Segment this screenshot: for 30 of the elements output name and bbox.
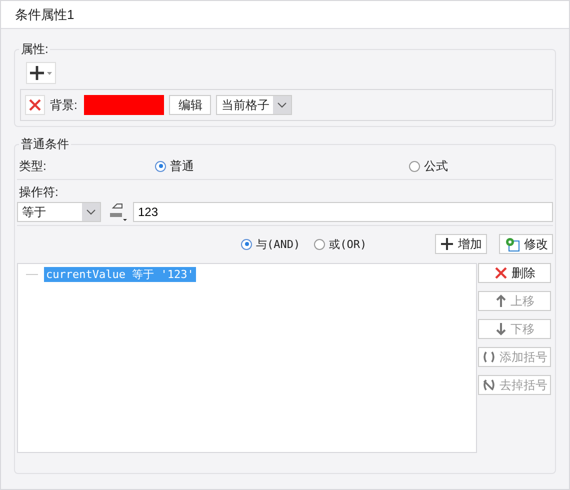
- arrow-down-icon: [494, 322, 506, 336]
- delete-button[interactable]: 删除: [478, 263, 551, 283]
- group-legend: 普通条件: [19, 136, 71, 152]
- edit-button[interactable]: 编辑: [169, 95, 212, 115]
- value-field[interactable]: 123: [133, 202, 553, 222]
- crossed-parentheses-icon: [482, 378, 496, 392]
- join-radio[interactable]: 与(AND): [241, 236, 300, 252]
- window-title: 条件属性1: [1, 1, 569, 29]
- property-label: 背景:: [50, 96, 78, 114]
- edit-icon: [504, 236, 520, 252]
- operator-dropdown[interactable]: 等于: [17, 202, 101, 222]
- chevron-down-icon: [86, 209, 96, 215]
- add-button[interactable]: 增加: [435, 234, 487, 254]
- type-radio[interactable]: 公式: [409, 158, 448, 174]
- plus-icon: [440, 237, 454, 251]
- add-property-button[interactable]: [26, 62, 56, 84]
- chevron-down-icon: [277, 102, 288, 108]
- arrow-up-icon: [494, 294, 506, 308]
- parentheses-icon: [482, 350, 496, 364]
- scope-dropdown[interactable]: 当前格子: [216, 95, 292, 115]
- operator-label: 操作符:: [18, 184, 60, 201]
- modify-button[interactable]: 修改: [499, 234, 553, 254]
- type-radio[interactable]: 普通: [155, 158, 194, 174]
- color-swatch[interactable]: [84, 95, 164, 115]
- remove-property-button[interactable]: [25, 95, 45, 115]
- type-label: 类型:: [18, 158, 46, 174]
- group-legend: 属性:: [19, 41, 50, 57]
- close-icon: [494, 266, 508, 280]
- join-radio[interactable]: 或(OR): [314, 236, 367, 252]
- value-type-icon[interactable]: [108, 202, 128, 222]
